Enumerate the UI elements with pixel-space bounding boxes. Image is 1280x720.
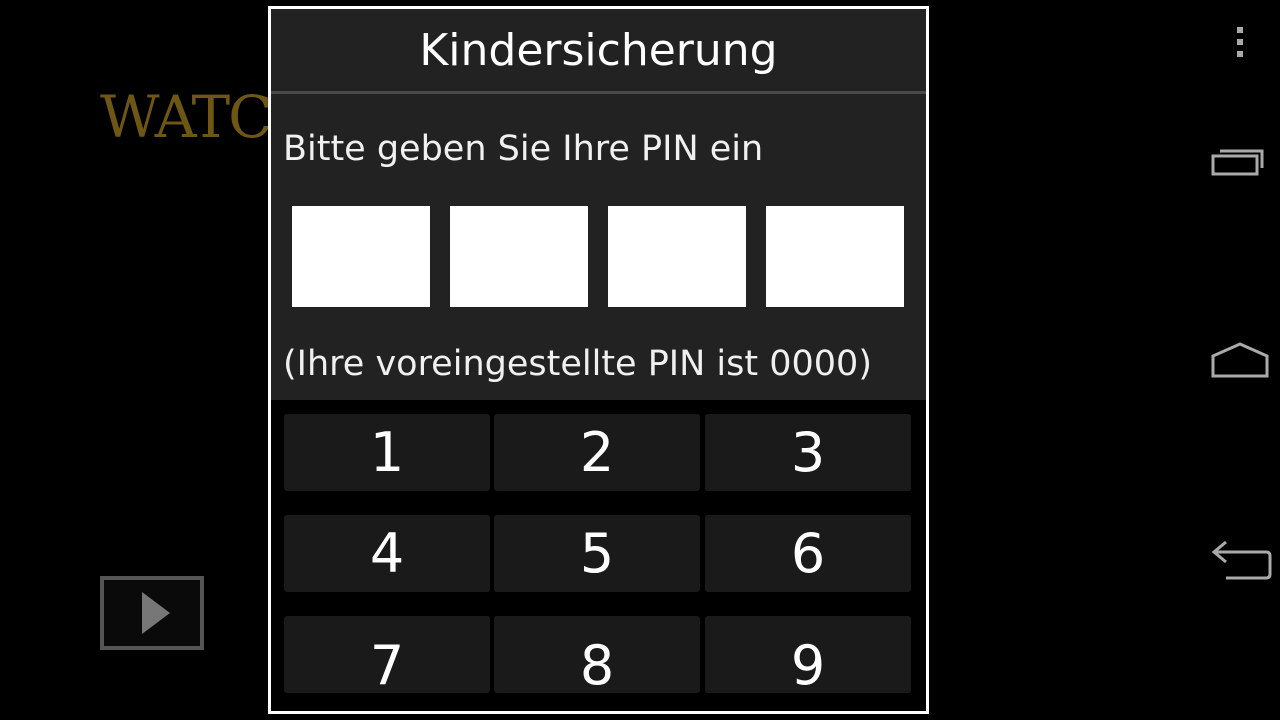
pin-digit-2[interactable] bbox=[450, 206, 588, 307]
play-button[interactable] bbox=[100, 576, 204, 650]
pin-input-row bbox=[292, 206, 904, 307]
parental-control-dialog: Kindersicherung Bitte geben Sie Ihre PIN… bbox=[268, 6, 929, 714]
key-3[interactable]: 3 bbox=[705, 414, 911, 491]
key-6[interactable]: 6 bbox=[705, 515, 911, 592]
recent-apps-icon bbox=[1211, 149, 1264, 176]
overflow-menu-icon bbox=[1237, 27, 1243, 57]
key-1[interactable]: 1 bbox=[284, 414, 490, 491]
background-logo: WATC bbox=[100, 83, 273, 151]
key-7[interactable]: 7 bbox=[284, 616, 490, 697]
play-icon bbox=[142, 592, 170, 634]
title-divider bbox=[271, 91, 926, 94]
pin-digit-1[interactable] bbox=[292, 206, 430, 307]
default-pin-hint: (Ihre voreingestellte PIN ist 0000) bbox=[283, 344, 872, 384]
pin-digit-4[interactable] bbox=[766, 206, 904, 307]
back-icon bbox=[1211, 540, 1272, 580]
key-4[interactable]: 4 bbox=[284, 515, 490, 592]
pin-digit-3[interactable] bbox=[608, 206, 746, 307]
key-9[interactable]: 9 bbox=[705, 616, 911, 697]
back-button[interactable] bbox=[1200, 532, 1280, 588]
overflow-menu-button[interactable] bbox=[1200, 20, 1280, 64]
pin-prompt: Bitte geben Sie Ihre PIN ein bbox=[283, 129, 764, 169]
home-icon bbox=[1211, 342, 1269, 378]
dialog-title: Kindersicherung bbox=[271, 9, 926, 91]
key-5[interactable]: 5 bbox=[494, 515, 700, 592]
keypad: 1 2 3 4 5 6 7 8 9 bbox=[271, 400, 926, 711]
key-8[interactable]: 8 bbox=[494, 616, 700, 697]
key-2[interactable]: 2 bbox=[494, 414, 700, 491]
recent-apps-button[interactable] bbox=[1200, 136, 1280, 186]
navigation-bar bbox=[1200, 0, 1280, 720]
home-button[interactable] bbox=[1200, 335, 1280, 385]
